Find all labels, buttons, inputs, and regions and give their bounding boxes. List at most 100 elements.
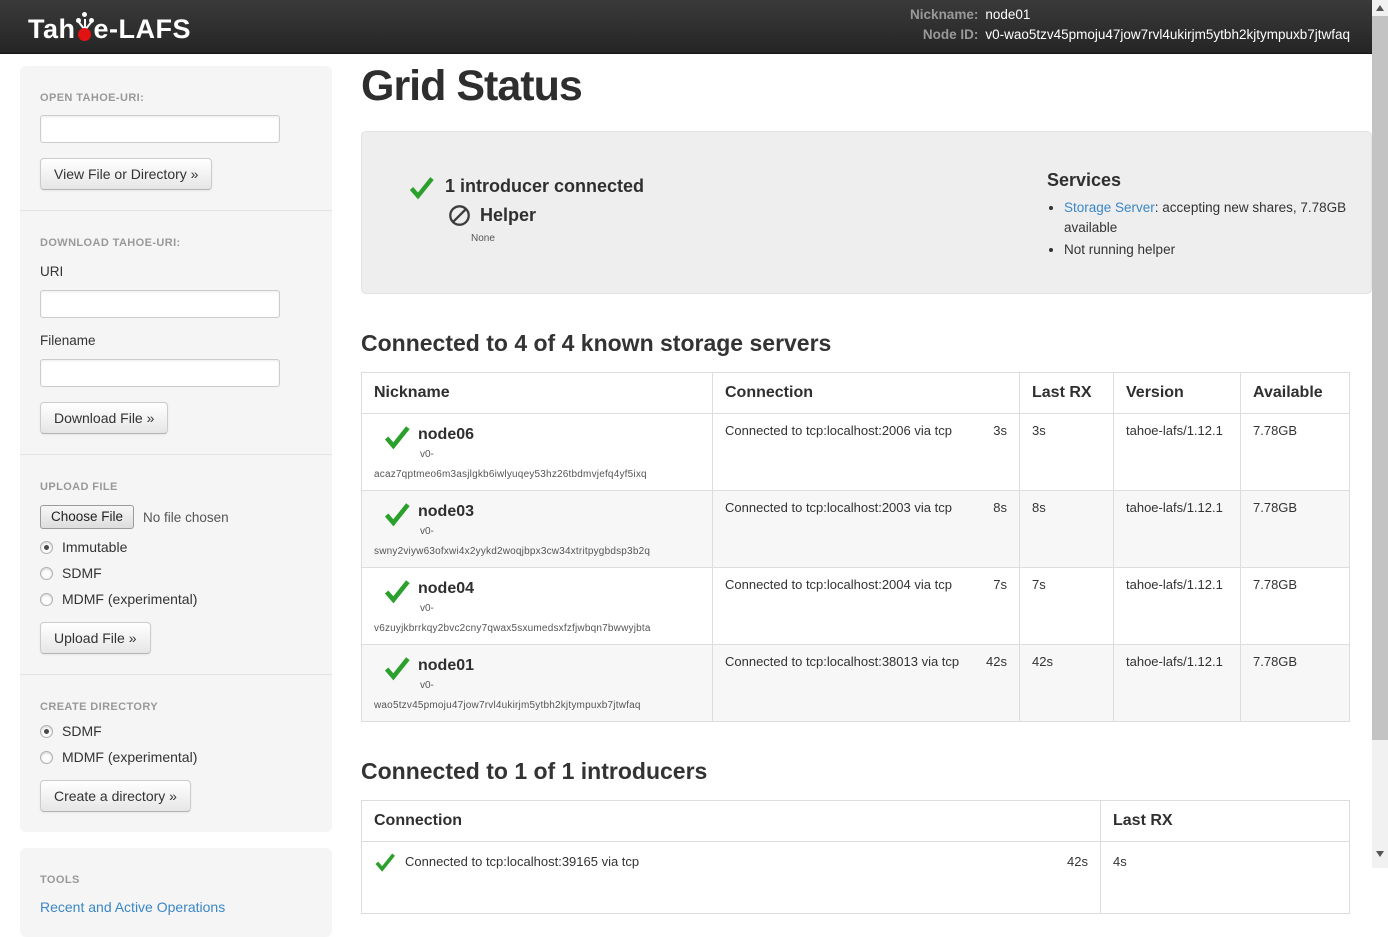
- col-version: Version: [1114, 373, 1241, 414]
- node-info: Nickname: node01 Node ID: v0-wao5tzv45pm…: [910, 7, 1350, 44]
- create-directory-label: CREATE DIRECTORY: [40, 701, 312, 713]
- node-nickname: node04: [418, 577, 474, 598]
- check-icon: [408, 174, 435, 201]
- last-rx-value: 8s: [1020, 491, 1114, 568]
- view-file-button[interactable]: View File or Directory »: [40, 158, 212, 190]
- node-id-prefix: v0-: [420, 526, 700, 537]
- download-uri-input[interactable]: [40, 290, 280, 318]
- connection-text: Connected to tcp:localhost:2006 via tcp: [725, 423, 952, 438]
- node-id-value: v0-wao5tzv45pmoju47jow7rvl4ukirjm5ytbh2k…: [985, 27, 1350, 44]
- node-id-label: Node ID:: [910, 27, 978, 44]
- connection-text: Connected to tcp:localhost:39165 via tcp: [405, 851, 639, 869]
- available-value: 7.78GB: [1241, 645, 1350, 722]
- create-directory-button[interactable]: Create a directory »: [40, 780, 191, 812]
- node-nickname: node01: [418, 654, 474, 675]
- brand-logo[interactable]: Tah e-LAFS: [28, 9, 191, 45]
- check-icon: [383, 423, 411, 451]
- grid-summary-panel: 1 introducer connected Helper None Servi…: [361, 131, 1372, 294]
- storage-servers-table: Nickname Connection Last RX Version Avai…: [361, 372, 1350, 722]
- check-icon: [383, 500, 411, 528]
- connection-age: 3s: [993, 423, 1007, 438]
- top-navbar: Tah e-LAFS Nickname: node01 Node ID: v0-w…: [0, 0, 1372, 54]
- available-value: 7.78GB: [1241, 568, 1350, 645]
- open-uri-section: OPEN TAHOE-URI: View File or Directory »: [20, 66, 332, 210]
- radio-sdmf-icon[interactable]: [40, 567, 53, 580]
- open-uri-input[interactable]: [40, 115, 280, 143]
- upload-format-immutable[interactable]: Immutable: [40, 539, 312, 555]
- available-value: 7.78GB: [1241, 491, 1350, 568]
- available-value: 7.78GB: [1241, 414, 1350, 491]
- table-row: node01 v0- wao5tzv45pmoju47jow7rvl4ukirj…: [362, 645, 1350, 722]
- table-row: Connected to tcp:localhost:39165 via tcp…: [362, 842, 1350, 914]
- col-available: Available: [1241, 373, 1350, 414]
- mkdir-format-sdmf[interactable]: SDMF: [40, 723, 312, 739]
- last-rx-value: 7s: [1020, 568, 1114, 645]
- choose-file-button[interactable]: Choose File: [40, 505, 134, 529]
- node-nickname: node06: [418, 423, 474, 444]
- recent-operations-link[interactable]: Recent and Active Operations: [40, 899, 225, 915]
- version-value: tahoe-lafs/1.12.1: [1114, 568, 1241, 645]
- connection-age: 42s: [986, 654, 1007, 669]
- col-last-rx: Last RX: [1020, 373, 1114, 414]
- file-chosen-status: No file chosen: [143, 510, 229, 525]
- col-connection: Connection: [713, 373, 1020, 414]
- connection-age: 8s: [993, 500, 1007, 515]
- storage-server-link[interactable]: Storage Server: [1064, 200, 1155, 215]
- last-rx-value: 3s: [1020, 414, 1114, 491]
- version-value: tahoe-lafs/1.12.1: [1114, 491, 1241, 568]
- node-id-prefix: v0-: [420, 449, 700, 460]
- radio-immutable-icon[interactable]: [40, 541, 53, 554]
- introducer-status: 1 introducer connected: [445, 174, 644, 197]
- scroll-down-button[interactable]: [1372, 846, 1388, 862]
- brand-text-post: e-LAFS: [94, 14, 192, 45]
- upload-format-mdmf[interactable]: MDMF (experimental): [40, 591, 312, 607]
- radio-mkdir-sdmf-icon[interactable]: [40, 725, 53, 738]
- services-block: Services Storage Server: accepting new s…: [1047, 170, 1367, 263]
- helper-value: None: [471, 233, 495, 244]
- storage-servers-heading: Connected to 4 of 4 known storage server…: [361, 330, 1372, 357]
- download-uri-section: DOWNLOAD TAHOE-URI: URI Filename Downloa…: [20, 210, 332, 454]
- mkdir-format-mdmf[interactable]: MDMF (experimental): [40, 749, 312, 765]
- filename-field-label: Filename: [40, 333, 312, 348]
- check-icon: [383, 577, 411, 605]
- brand-text-pre: Tah: [28, 14, 76, 45]
- node-id-prefix: v0-: [420, 680, 700, 691]
- download-uri-label: DOWNLOAD TAHOE-URI:: [40, 237, 312, 249]
- services-title: Services: [1047, 170, 1367, 191]
- last-rx-value: 4s: [1101, 842, 1350, 914]
- radio-immutable-label: Immutable: [62, 539, 127, 555]
- table-row: node04 v0- v6zuyjkbrrkqy2bvc2cny7qwax5sx…: [362, 568, 1350, 645]
- node-id-prefix: v0-: [420, 603, 700, 614]
- service-item-helper: Not running helper: [1064, 240, 1367, 260]
- scroll-up-button[interactable]: [1372, 0, 1388, 16]
- sidebar-forms-box: OPEN TAHOE-URI: View File or Directory »…: [20, 66, 332, 832]
- main-content: Grid Status 1 introducer connected Helpe…: [361, 55, 1372, 914]
- radio-mdmf-icon[interactable]: [40, 593, 53, 606]
- introducers-table: Connection Last RX Connected to tcp:loca…: [361, 800, 1350, 914]
- col-last-rx: Last RX: [1101, 801, 1350, 842]
- upload-file-section: UPLOAD FILE Choose File No file chosen I…: [20, 454, 332, 674]
- check-icon: [383, 654, 411, 682]
- nickname-label: Nickname:: [910, 7, 978, 24]
- connection-age: 7s: [993, 577, 1007, 592]
- table-row: node06 v0- acaz7qptmeo6m3asjlgkb6iwlyuqe…: [362, 414, 1350, 491]
- upload-format-sdmf[interactable]: SDMF: [40, 565, 312, 581]
- table-row: node03 v0- swny2viyw63ofxwi4x2yykd2woqjb…: [362, 491, 1350, 568]
- open-uri-label: OPEN TAHOE-URI:: [40, 92, 312, 104]
- radio-mkdir-mdmf-icon[interactable]: [40, 751, 53, 764]
- uri-field-label: URI: [40, 264, 312, 279]
- upload-file-button[interactable]: Upload File »: [40, 622, 151, 654]
- connection-text: Connected to tcp:localhost:2004 via tcp: [725, 577, 952, 592]
- radio-mkdir-sdmf-label: SDMF: [62, 723, 102, 739]
- node-id-hash: wao5tzv45pmoju47jow7rvl4ukirjm5ytbh2kjty…: [374, 700, 700, 711]
- download-file-button[interactable]: Download File »: [40, 402, 168, 434]
- scrollbar-thumb[interactable]: [1372, 16, 1388, 740]
- last-rx-value: 42s: [1020, 645, 1114, 722]
- scroll-up-icon: [1376, 5, 1384, 11]
- download-filename-input[interactable]: [40, 359, 280, 387]
- service-item-storage: Storage Server: accepting new shares, 7.…: [1064, 198, 1367, 237]
- vertical-scrollbar[interactable]: [1372, 0, 1388, 868]
- connection-text: Connected to tcp:localhost:2003 via tcp: [725, 500, 952, 515]
- introducers-heading: Connected to 1 of 1 introducers: [361, 758, 1372, 785]
- nickname-value: node01: [985, 7, 1350, 24]
